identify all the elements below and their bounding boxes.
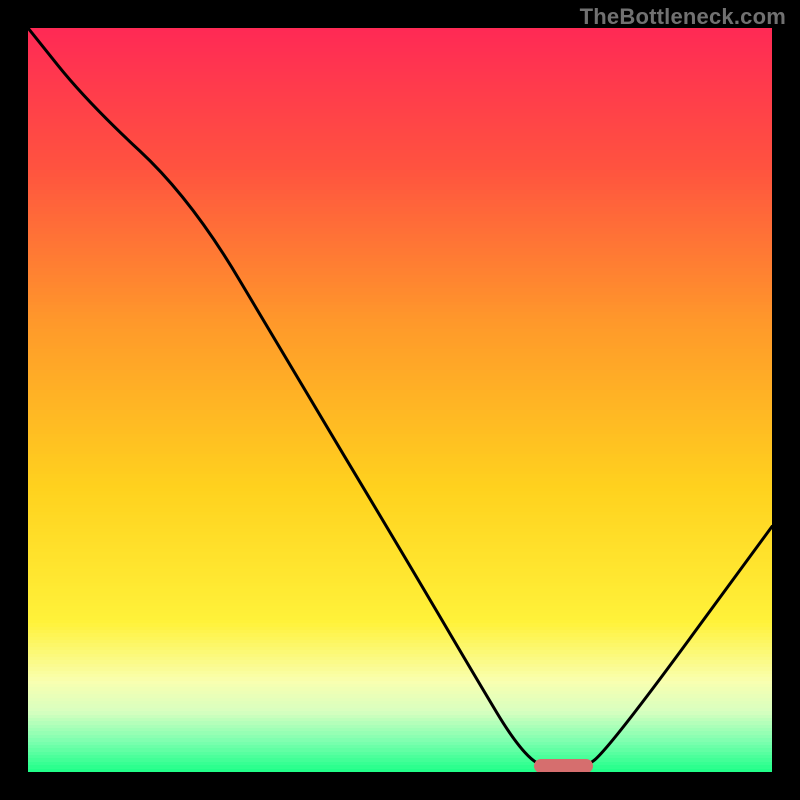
gradient-background [28, 28, 772, 772]
optimal-marker [534, 759, 594, 772]
chart-frame: TheBottleneck.com [0, 0, 800, 800]
watermark-text: TheBottleneck.com [580, 4, 786, 30]
plot-area [28, 28, 772, 772]
